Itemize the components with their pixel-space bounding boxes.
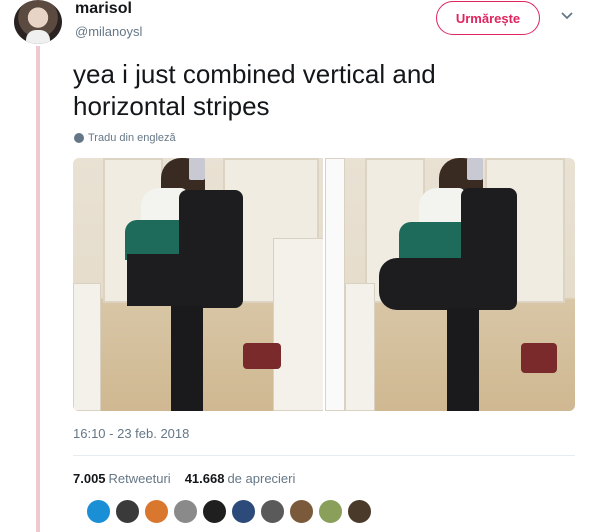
tweet-media[interactable]: [73, 158, 575, 411]
phone: [467, 158, 483, 180]
thread-line: [36, 46, 40, 532]
liker-avatar[interactable]: [144, 499, 169, 524]
author-name[interactable]: marisol: [75, 0, 132, 18]
photo-right[interactable]: [325, 158, 575, 411]
shoes: [243, 343, 281, 369]
liker-avatar[interactable]: [318, 499, 343, 524]
retweets-label: Retweeturi: [108, 471, 171, 486]
liker-avatar[interactable]: [173, 499, 198, 524]
legs: [171, 306, 203, 411]
cabinet: [73, 283, 101, 411]
sweater-green: [399, 222, 467, 262]
mirror-edge: [325, 158, 345, 411]
photo-left[interactable]: [73, 158, 323, 411]
liker-avatar[interactable]: [260, 499, 285, 524]
phone: [189, 158, 205, 180]
legs: [447, 308, 479, 411]
liker-avatar[interactable]: [289, 499, 314, 524]
translate-label: Tradu din engleză: [88, 132, 176, 144]
sweater-black: [127, 254, 201, 306]
tweet-stats: 7.005 Retweeturi 41.668 de aprecieri: [73, 471, 295, 486]
author-handle[interactable]: @milanoysl: [75, 24, 142, 39]
tweet-text: yea i just combined vertical and horizon…: [73, 59, 436, 121]
likes-label: de aprecieri: [227, 471, 296, 486]
chevron-down-icon[interactable]: [559, 8, 575, 24]
shoes: [521, 343, 557, 373]
cabinet: [273, 238, 323, 411]
follow-button[interactable]: Urmărește: [436, 1, 540, 35]
liker-avatar[interactable]: [86, 499, 111, 524]
retweets-count: 7.005: [73, 471, 106, 486]
globe-icon: [74, 133, 84, 143]
cabinet: [345, 283, 375, 411]
divider: [73, 455, 575, 456]
liker-avatar[interactable]: [202, 499, 227, 524]
liker-avatar[interactable]: [231, 499, 256, 524]
translate-link[interactable]: Tradu din engleză: [74, 132, 176, 144]
likes-count: 41.668: [184, 471, 225, 486]
likes-stat[interactable]: 41.668 de aprecieri: [185, 471, 296, 486]
liker-avatar[interactable]: [115, 499, 140, 524]
tweet-timestamp[interactable]: 16:10 - 23 feb. 2018: [73, 426, 189, 441]
retweets-stat[interactable]: 7.005 Retweeturi: [73, 471, 171, 486]
avatar[interactable]: [14, 0, 62, 44]
liker-avatar[interactable]: [347, 499, 372, 524]
sweater-black: [379, 258, 471, 310]
liker-avatars: [86, 499, 372, 524]
avatar-shirt: [26, 30, 50, 44]
